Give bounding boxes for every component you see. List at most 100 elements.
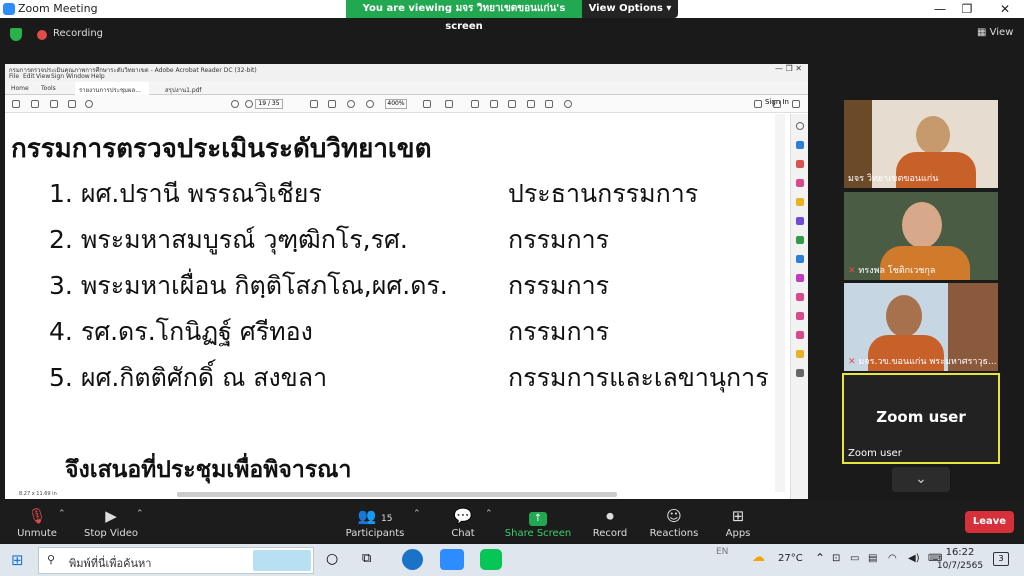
encryption-shield-icon[interactable] <box>10 28 22 41</box>
zoom-tool-icon[interactable] <box>796 122 804 130</box>
video-tile-3[interactable]: ✕ มจร.วข.ขอนแก่น พระมหาศราวุธ... <box>844 283 998 371</box>
clock-date[interactable]: 10/7/2565 <box>936 561 984 571</box>
combine-files-icon[interactable] <box>796 217 804 225</box>
request-signature-icon[interactable] <box>796 293 804 301</box>
display-icon[interactable]: ▭ <box>850 553 859 564</box>
active-speaker-tile[interactable]: Zoom user Zoom user <box>842 373 1000 464</box>
next-page-icon[interactable] <box>245 100 253 108</box>
stop-video-button[interactable]: ▶ Stop Video <box>75 501 147 542</box>
network-icon[interactable]: ▤ <box>868 553 877 564</box>
windows-start-icon[interactable]: ⊞ <box>11 552 27 568</box>
video-tile-2[interactable]: ✕ ทรงพล โชติกเวชกุล <box>844 192 998 280</box>
search-icon[interactable] <box>85 100 93 108</box>
acrobat-menu-help[interactable]: Help <box>91 73 105 80</box>
temperature-label[interactable]: 27°C <box>778 553 803 564</box>
acrobat-menu-edit[interactable]: Edit <box>23 73 35 80</box>
volume-icon[interactable]: ◀) <box>908 553 920 564</box>
page-number-input[interactable]: 19 / 35 <box>255 99 283 109</box>
protect-icon[interactable] <box>796 312 804 320</box>
delete-icon[interactable] <box>545 100 553 108</box>
bookmark-star-icon[interactable] <box>31 100 39 108</box>
tray-chevron-icon[interactable]: ⌃ <box>815 551 825 565</box>
restore-button[interactable]: ❐ <box>952 0 982 18</box>
share-screen-button[interactable]: ↑ Share Screen <box>502 501 574 542</box>
highlight-pen-icon[interactable] <box>490 100 498 108</box>
acrobat-menu-file[interactable]: File <box>9 73 19 80</box>
more-tools-icon[interactable] <box>796 369 804 377</box>
acrobat-menu-sign[interactable]: Sign <box>51 73 64 80</box>
unmute-button[interactable]: 🎙 Unmute <box>1 501 73 542</box>
clock-time[interactable]: 16:22 <box>940 547 980 558</box>
chevron-down-icon[interactable]: ⌄ <box>892 467 950 492</box>
tab-home[interactable]: Home <box>11 85 29 92</box>
view-options-button[interactable]: View Options ▾ <box>582 0 678 18</box>
draw-icon[interactable] <box>508 100 516 108</box>
comment-icon[interactable] <box>471 100 479 108</box>
text-edit-icon[interactable] <box>527 100 535 108</box>
vertical-scrollbar[interactable] <box>775 114 785 492</box>
prev-page-icon[interactable] <box>231 100 239 108</box>
meet-now-icon[interactable]: ⊡ <box>832 553 840 564</box>
zoom-out-icon[interactable] <box>347 100 355 108</box>
email-icon[interactable] <box>773 100 781 108</box>
zoom-taskbar-icon[interactable] <box>440 549 464 570</box>
tab-document-2[interactable]: สรุปงาน1.pdf <box>165 85 202 95</box>
task-view-icon[interactable]: ⧉ <box>362 551 371 566</box>
video-options-caret[interactable]: ⌃ <box>136 509 144 519</box>
zoom-in-icon[interactable] <box>366 100 374 108</box>
view-button[interactable]: ▦ View <box>977 27 1013 38</box>
video-tile-1[interactable]: มจร วิทยาเขตขอนแก่น <box>844 100 998 188</box>
record-label: Record <box>592 528 628 539</box>
fit-page-icon[interactable] <box>423 100 431 108</box>
save-icon[interactable] <box>12 100 20 108</box>
close-button[interactable]: ✕ <box>990 0 1020 18</box>
zoom-level-select[interactable]: 400% <box>385 99 407 109</box>
taskbar-search-box[interactable]: ⚲ พิมพ์ที่นี่เพื่อค้นหา <box>38 547 314 574</box>
participants-count: 15 <box>381 514 393 524</box>
hand-tool-icon[interactable] <box>328 100 336 108</box>
stamp-icon[interactable] <box>796 350 804 358</box>
reactions-label: Reactions <box>649 528 699 539</box>
edge-browser-icon[interactable] <box>402 549 423 570</box>
stop-video-label: Stop Video <box>84 528 138 539</box>
participants-options-caret[interactable]: ⌃ <box>413 509 421 519</box>
participants-button[interactable]: 👥 15 Participants <box>339 501 411 542</box>
create-pdf-icon[interactable] <box>796 160 804 168</box>
acrobat-menu-window[interactable]: Window <box>66 73 90 80</box>
select-cursor-icon[interactable] <box>310 100 318 108</box>
leave-button[interactable]: Leave <box>965 511 1014 533</box>
chat-button[interactable]: 💬 Chat <box>427 501 499 542</box>
minimize-button[interactable]: — <box>925 0 955 18</box>
acrobat-menu-view[interactable]: View <box>36 73 50 80</box>
acrobat-window-controls[interactable]: — ❐ ✕ <box>775 64 802 73</box>
notification-center-icon[interactable]: 3 <box>993 552 1009 566</box>
wifi-icon[interactable]: ◠ <box>888 553 897 564</box>
reactions-button[interactable]: ☺ Reactions <box>638 501 710 542</box>
record-button[interactable]: ⏺ Record <box>574 501 646 542</box>
audio-options-caret[interactable]: ⌃ <box>58 509 66 519</box>
organize-pages-icon[interactable] <box>796 236 804 244</box>
redact-icon[interactable] <box>796 331 804 339</box>
edit-pdf-icon[interactable] <box>796 179 804 187</box>
apps-button[interactable]: ⊞ Apps <box>702 501 774 542</box>
export-pdf-icon[interactable] <box>796 141 804 149</box>
fill-sign-icon[interactable] <box>796 274 804 282</box>
line-app-icon[interactable] <box>480 549 502 570</box>
print-icon[interactable] <box>68 100 76 108</box>
scan-ocr-icon[interactable] <box>796 255 804 263</box>
more-options-icon[interactable] <box>792 100 800 108</box>
scroll-mode-icon[interactable] <box>445 100 453 108</box>
upload-icon[interactable] <box>50 100 58 108</box>
chat-options-caret[interactable]: ⌃ <box>485 509 493 519</box>
rotate-icon[interactable] <box>564 100 572 108</box>
share-link-icon[interactable] <box>754 100 762 108</box>
horizontal-scrollbar[interactable] <box>177 492 617 497</box>
participant-name-text: ทรงพล โชติกเวชกุล <box>858 266 936 276</box>
cortana-icon[interactable]: ○ <box>326 551 338 567</box>
shared-screen: กรมการตรวจประเมินคุณภาพการศึกษาระดับวิทย… <box>5 64 808 499</box>
comment-tool-icon[interactable] <box>796 198 804 206</box>
tab-tools[interactable]: Tools <box>41 85 56 92</box>
tab-document-1[interactable]: รายงานการประชุมผล... <box>75 82 149 95</box>
language-indicator[interactable]: EN <box>716 547 728 557</box>
participant-name: ✕ ทรงพล โชติกเวชกุล <box>848 263 935 277</box>
